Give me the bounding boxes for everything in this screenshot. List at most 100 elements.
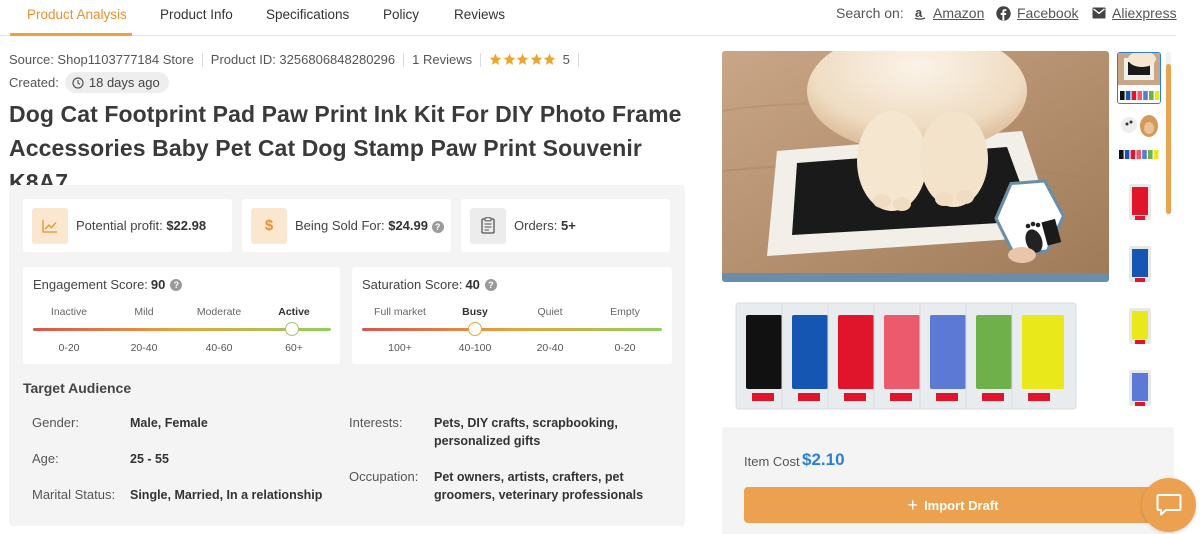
star-icon bbox=[530, 53, 542, 65]
chart-trend-icon bbox=[32, 207, 68, 244]
engagement-level: Inactive bbox=[50, 306, 88, 318]
plus-icon: + bbox=[907, 495, 919, 515]
help-icon[interactable]: ? bbox=[170, 278, 183, 291]
created-label: Created: bbox=[9, 75, 59, 90]
star-icon bbox=[543, 53, 556, 65]
engagement-range: 60+ bbox=[285, 342, 303, 354]
help-icon[interactable]: ? bbox=[431, 221, 444, 233]
target-audience-title: Target Audience bbox=[23, 380, 132, 396]
occupation-label: Occupation: bbox=[349, 469, 419, 484]
thumbnail-4[interactable] bbox=[1117, 239, 1161, 291]
source-store[interactable]: Source: Shop1103777184 Store bbox=[9, 52, 194, 67]
product-main-image[interactable] bbox=[722, 51, 1109, 282]
review-count[interactable]: 1 Reviews bbox=[412, 52, 472, 67]
dollar-icon: $ bbox=[251, 207, 287, 244]
top-nav: Product Analysis Product Info Specificat… bbox=[0, 0, 1177, 36]
saturation-range: 100+ bbox=[388, 342, 412, 354]
engagement-range: 40-60 bbox=[205, 342, 233, 354]
divider bbox=[201, 52, 203, 67]
engagement-score-card: Engagement Score: 90? Inactive Mild Moder… bbox=[23, 267, 340, 364]
help-icon[interactable]: ? bbox=[484, 278, 497, 291]
sold-label: Being Sold For: bbox=[295, 218, 389, 233]
mail-icon bbox=[1091, 6, 1106, 21]
saturation-indicator bbox=[467, 322, 482, 336]
product-title: Dog Cat Footprint Pad Paw Print Ink Kit … bbox=[9, 101, 682, 195]
engagement-range: 0-20 bbox=[58, 342, 80, 354]
age-value: 25 - 55 bbox=[130, 452, 169, 466]
engagement-level: Mild bbox=[134, 306, 154, 318]
star-icon bbox=[516, 53, 529, 65]
item-cost-panel: Item Cost $2.10 + Import Draft bbox=[722, 427, 1174, 534]
sold-for-card: $ Being Sold For: $24.99 ? bbox=[242, 199, 451, 252]
thumbnail-2[interactable] bbox=[1117, 112, 1161, 164]
tab-policy[interactable]: Policy bbox=[383, 7, 419, 22]
saturation-range: 40-100 bbox=[458, 342, 492, 354]
created-badge: 18 days ago bbox=[64, 72, 169, 93]
divider bbox=[480, 52, 482, 67]
interests-label: Interests: bbox=[349, 415, 403, 430]
orders-card: Orders: 5+ bbox=[461, 199, 670, 252]
chat-bubble-icon bbox=[1156, 494, 1182, 516]
facebook-link[interactable]: Facebook bbox=[996, 3, 1078, 23]
profit-value: $22.98 bbox=[166, 218, 207, 233]
engagement-score: 90 bbox=[150, 277, 166, 292]
interests-value: Pets, DIY crafts, scrapbooking, personali… bbox=[434, 416, 618, 448]
engagement-level: Moderate bbox=[196, 306, 242, 318]
engagement-label: Engagement Score: bbox=[33, 277, 148, 292]
amazon-icon: a bbox=[912, 6, 927, 21]
scrollbar-thumb[interactable] bbox=[1166, 64, 1171, 214]
saturation-level-active: Busy bbox=[462, 306, 488, 318]
chat-button[interactable] bbox=[1142, 478, 1196, 532]
thumbnail-6[interactable] bbox=[1117, 363, 1161, 415]
color-swatch-packet bbox=[1011, 302, 1077, 410]
tab-product-analysis[interactable]: Product Analysis bbox=[27, 7, 127, 22]
amazon-link[interactable]: a Amazon bbox=[912, 3, 984, 23]
clipboard-icon bbox=[470, 207, 506, 244]
sold-value: $24.99 bbox=[388, 218, 428, 233]
facebook-link-label[interactable]: Facebook bbox=[1017, 5, 1078, 21]
saturation-range: 20-40 bbox=[536, 342, 564, 354]
tab-reviews[interactable]: Reviews bbox=[454, 7, 505, 22]
amazon-link-label[interactable]: Amazon bbox=[933, 5, 984, 21]
orders-label: Orders: bbox=[514, 218, 561, 233]
rating-stars bbox=[489, 53, 557, 66]
aliexpress-link[interactable]: Aliexpress bbox=[1091, 3, 1177, 23]
engagement-level-active: Active bbox=[278, 306, 310, 318]
saturation-score: 40 bbox=[465, 277, 480, 292]
gender-label: Gender: bbox=[32, 415, 79, 430]
saturation-gradient-bar bbox=[362, 328, 662, 331]
item-cost-value: $2.10 bbox=[802, 450, 845, 469]
import-draft-button[interactable]: + Import Draft bbox=[744, 487, 1162, 523]
thumbnail-1[interactable] bbox=[1117, 52, 1161, 104]
rating-value: 5 bbox=[562, 52, 570, 67]
gender-value: Male, Female bbox=[130, 416, 208, 430]
profit-label: Potential profit: bbox=[76, 218, 167, 233]
facebook-icon bbox=[996, 5, 1011, 21]
active-tab-indicator bbox=[10, 33, 132, 36]
tab-specifications[interactable]: Specifications bbox=[266, 7, 349, 22]
saturation-label: Saturation Score: bbox=[362, 277, 463, 292]
occupation-value: Pet owners, artists, crafters, pet groome… bbox=[434, 470, 644, 502]
thumbnail-5[interactable] bbox=[1117, 301, 1161, 353]
divider bbox=[403, 52, 405, 67]
marital-status-value: Single, Married, In a relationship bbox=[130, 488, 323, 502]
age-label: Age: bbox=[32, 451, 59, 466]
item-cost-label: Item Cost bbox=[744, 454, 800, 469]
tab-product-info[interactable]: Product Info bbox=[160, 7, 233, 22]
saturation-level: Empty bbox=[610, 306, 640, 318]
product-meta: Source: Shop1103777184 Store Product ID:… bbox=[9, 52, 587, 67]
import-draft-label: Import Draft bbox=[924, 497, 999, 513]
search-on-label: Search on: bbox=[836, 5, 904, 21]
marital-status-label: Marital Status: bbox=[32, 487, 116, 502]
product-id: Product ID: 3256806848280296 bbox=[210, 52, 396, 67]
product-color-variants-image[interactable] bbox=[730, 297, 1094, 415]
thumbnail-3[interactable] bbox=[1117, 177, 1161, 229]
profit-card: Potential profit: $22.98 bbox=[23, 199, 232, 252]
thumbnail-scrollbar[interactable] bbox=[1166, 52, 1171, 216]
engagement-range: 20-40 bbox=[130, 342, 158, 354]
aliexpress-link-label[interactable]: Aliexpress bbox=[1112, 5, 1177, 21]
saturation-level: Quiet bbox=[537, 306, 563, 318]
engagement-indicator bbox=[285, 322, 300, 336]
created-row: Created: 18 days ago bbox=[9, 72, 169, 93]
saturation-level: Full market bbox=[374, 306, 426, 318]
